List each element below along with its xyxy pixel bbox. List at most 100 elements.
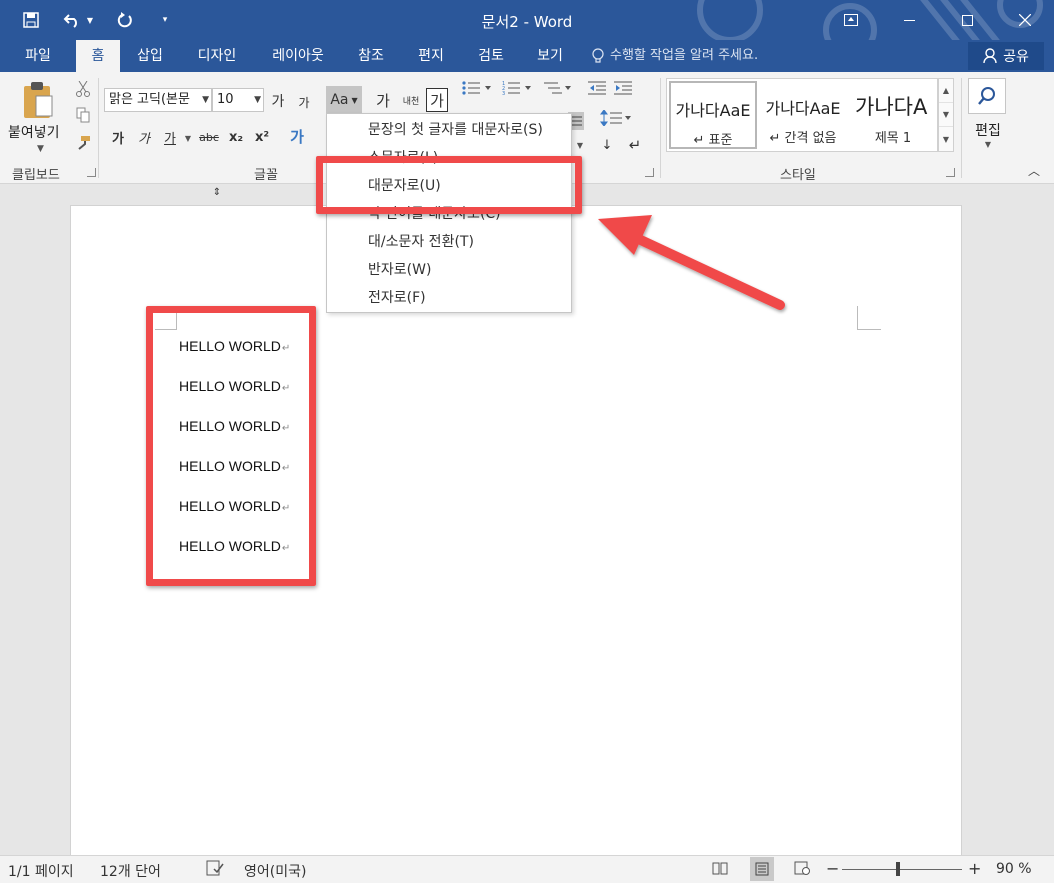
highlight-text-box (146, 306, 316, 586)
zoom-slider-thumb[interactable] (896, 862, 900, 876)
resize-cursor-icon: ⇕ (212, 186, 222, 198)
change-case-button[interactable]: Aa ▼ (326, 86, 362, 114)
clear-formatting-button[interactable]: 가 (372, 88, 394, 112)
styles-scroll-up-icon[interactable]: ▲ (939, 79, 953, 103)
change-case-dropdown-icon: ▼ (351, 95, 358, 105)
styles-gallery: 가나다AaE ↵ 표준 가나다AaE ↵ 간격 없음 가나다A 제목 1 (666, 78, 938, 152)
collapse-ribbon-icon[interactable]: ︿ (1026, 162, 1042, 178)
cut-icon[interactable] (74, 80, 92, 98)
clear-formatting-label: 가 (376, 91, 390, 110)
minimize-button[interactable] (880, 0, 938, 40)
paste-icon[interactable] (22, 80, 54, 120)
zoom-in-button[interactable]: + (968, 859, 981, 878)
share-label: 공유 (1003, 49, 1029, 65)
tab-mailings[interactable]: 편지 (406, 40, 456, 72)
superscript-button[interactable]: x² (252, 126, 272, 148)
menu-item-full-width[interactable]: 전자로(F) (327, 284, 571, 312)
web-layout-icon[interactable] (794, 861, 810, 879)
underline-button[interactable]: 가 (160, 126, 180, 148)
language-indicator[interactable]: 영어(미국) (244, 861, 306, 881)
print-layout-icon[interactable] (750, 857, 774, 881)
font-name-box[interactable]: 맑은 고딕(본문 ▼ (104, 88, 212, 112)
lightbulb-icon (592, 48, 604, 63)
style-heading-1[interactable]: 가나다A 제목 1 (849, 81, 937, 149)
group-divider (660, 78, 661, 178)
character-border-button[interactable]: 가 (426, 88, 448, 112)
tab-view[interactable]: 보기 (526, 40, 574, 72)
paste-dropdown-icon[interactable]: ▼ (37, 144, 44, 154)
style-no-spacing-sample: 가나다AaE (765, 99, 841, 118)
clipboard-launcher-icon[interactable] (87, 168, 96, 177)
group-divider (961, 78, 962, 178)
share-button[interactable]: 공유 (968, 42, 1044, 70)
style-no-spacing-name: ↵ 간격 없음 (769, 131, 837, 146)
tab-file[interactable]: 파일 (10, 40, 66, 72)
styles-more-icon[interactable]: ▼ (939, 127, 953, 151)
style-normal[interactable]: 가나다AaE ↵ 표준 (669, 81, 757, 149)
format-painter-icon[interactable] (74, 134, 92, 152)
styles-group-label: 스타일 (780, 168, 816, 183)
font-name-dropdown-icon[interactable]: ▼ (202, 89, 209, 111)
close-button[interactable] (996, 0, 1054, 40)
shading-dropdown-icon[interactable]: ▼ (574, 136, 586, 154)
tab-review[interactable]: 검토 (466, 40, 516, 72)
styles-launcher-icon[interactable] (946, 168, 955, 177)
zoom-slider-track[interactable] (842, 869, 962, 870)
show-formatting-marks-icon[interactable]: ↵ (624, 134, 646, 156)
menu-item-toggle-case[interactable]: 대/소문자 전환(T) (327, 228, 571, 256)
editing-dropdown-icon: ▼ (984, 140, 992, 149)
style-no-spacing[interactable]: 가나다AaE ↵ 간격 없음 (759, 81, 847, 149)
font-size-box[interactable]: 10 ▼ (212, 88, 264, 112)
zoom-out-button[interactable]: − (826, 859, 839, 878)
styles-scroll-down-icon[interactable]: ▼ (939, 103, 953, 127)
underline-dropdown-icon[interactable]: ▼ (182, 128, 194, 148)
menu-item-half-width[interactable]: 반자로(W) (327, 256, 571, 284)
red-arrow-icon (598, 215, 785, 310)
change-case-label: Aa (330, 92, 349, 108)
tab-insert[interactable]: 삽입 (126, 40, 174, 72)
decrease-indent-icon[interactable] (586, 78, 608, 98)
tab-design[interactable]: 디자인 (186, 40, 248, 72)
style-normal-name: ↵ 표준 (693, 133, 733, 148)
phonetic-guide-button[interactable]: 내천 (400, 90, 422, 110)
zoom-level[interactable]: 90 % (996, 861, 1032, 877)
ribbon-display-options-button[interactable] (822, 0, 880, 40)
strikethrough-button[interactable]: abc (196, 126, 222, 148)
font-group-label: 글꼴 (254, 168, 278, 183)
margin-corner-top-right (857, 306, 881, 330)
numbering-icon[interactable]: 123 (500, 78, 534, 98)
tell-me-box[interactable]: 수행할 작업을 알려 주세요. (592, 40, 758, 72)
line-spacing-icon[interactable] (598, 108, 634, 128)
style-heading-1-sample: 가나다A (855, 95, 928, 119)
word-count[interactable]: 12개 단어 (100, 861, 161, 881)
font-size-dropdown-icon[interactable]: ▼ (254, 89, 261, 111)
paragraph-launcher-icon[interactable] (645, 168, 654, 177)
sort-icon[interactable]: ↓ (596, 134, 618, 156)
italic-button[interactable]: 가 (134, 126, 154, 148)
grow-font-button[interactable]: 가 (268, 90, 288, 112)
editing-label: 편집 (975, 123, 1001, 139)
menu-item-sentence-case[interactable]: 문장의 첫 글자를 대문자로(S) (327, 116, 571, 144)
maximize-button[interactable] (938, 0, 996, 40)
tab-home[interactable]: 홈 (76, 40, 120, 72)
editing-button[interactable]: 편집 ▼ (968, 78, 1008, 158)
subscript-button[interactable]: x₂ (226, 126, 246, 148)
page-count[interactable]: 1/1 페이지 (8, 861, 74, 881)
bold-button[interactable]: 가 (108, 126, 128, 148)
style-normal-sample: 가나다AaE (675, 101, 751, 120)
read-mode-icon[interactable] (712, 861, 728, 879)
font-name-value: 맑은 고딕(본문 (109, 92, 190, 107)
tab-layout[interactable]: 레이아웃 (262, 40, 334, 72)
proofing-icon[interactable] (206, 860, 224, 880)
shrink-font-button[interactable]: 가 (294, 92, 314, 112)
bullets-icon[interactable] (460, 78, 494, 98)
copy-icon[interactable] (74, 106, 92, 124)
increase-indent-icon[interactable] (612, 78, 634, 98)
paste-button[interactable]: 붙여넣기 (8, 122, 60, 142)
styles-scroll[interactable]: ▲ ▼ ▼ (938, 78, 954, 152)
multilevel-list-icon[interactable] (540, 78, 574, 98)
font-size-value: 10 (217, 92, 234, 107)
tell-me-text: 수행할 작업을 알려 주세요. (610, 48, 759, 63)
text-effects-button[interactable]: 가 (284, 124, 310, 148)
tab-references[interactable]: 참조 (346, 40, 396, 72)
